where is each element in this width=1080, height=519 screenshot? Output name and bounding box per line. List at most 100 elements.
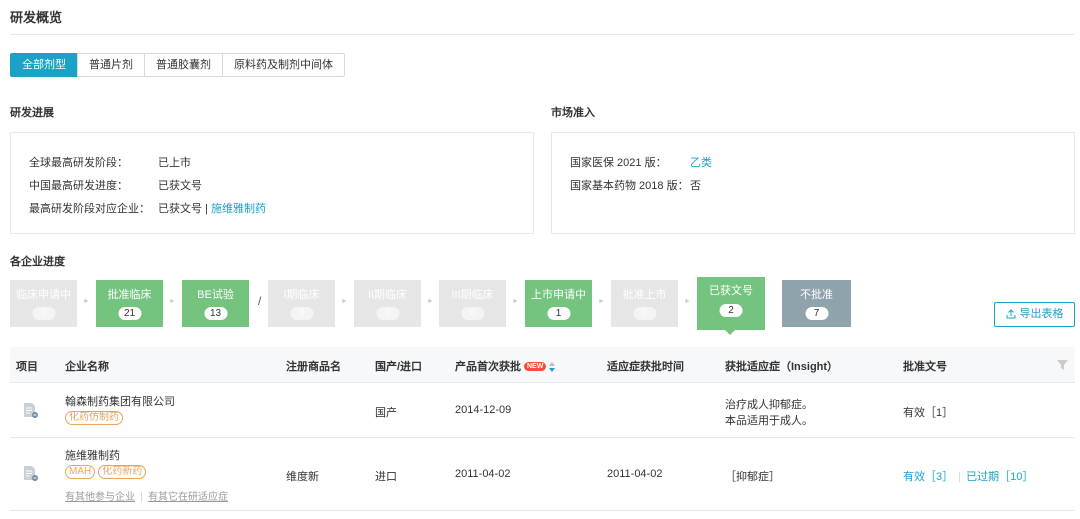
- company-tags: MAH 化药新药: [65, 465, 149, 479]
- global-stage-row: 全球最高研发阶段： 已上市: [29, 154, 191, 170]
- tab-capsules[interactable]: 普通胶囊剂: [144, 53, 223, 77]
- indication-link[interactable]: ［抑郁症］: [725, 468, 780, 484]
- approval-number-links: 有效［3］ 已过期［10］: [903, 468, 1033, 484]
- edl-row: 国家基本药物 2018 版： 否: [570, 177, 701, 193]
- top-company-link[interactable]: 施维雅制药: [211, 203, 266, 215]
- stage-count: 7: [805, 307, 828, 320]
- stage-count: 0: [32, 307, 55, 320]
- stage-count: 13: [204, 307, 227, 320]
- stage-label: 上市申请中: [531, 289, 586, 301]
- rd-progress-card: 全球最高研发阶段： 已上市 中国最高研发进度： 已获文号 最高研发阶段对应企业：…: [10, 132, 534, 234]
- col-origin: 国产/进口: [375, 361, 423, 373]
- nrdl-row: 国家医保 2021 版： 乙类: [570, 154, 712, 170]
- other-companies-link[interactable]: 有其他参与企业: [65, 492, 135, 503]
- stage-count: 0: [461, 307, 484, 320]
- first-approval-value: 2014-12-09: [455, 404, 512, 416]
- document-icon[interactable]: [23, 465, 38, 481]
- dosage-form-tabs: 全部剂型 普通片剂 普通胶囊剂 原料药及制剂中间体: [10, 53, 345, 77]
- first-approval-value: 2011-04-02: [455, 468, 511, 480]
- stage-label: III期临床: [451, 289, 494, 301]
- stage-rejected[interactable]: 不批准 7: [782, 280, 851, 327]
- stage-label: II期临床: [367, 289, 408, 301]
- nrdl-label: 国家医保 2021 版：: [570, 157, 667, 169]
- chevron-right-icon: ►: [169, 298, 176, 305]
- col-indication-date: 适应症获批时间: [607, 361, 684, 373]
- divider: [959, 472, 961, 483]
- col-first-approval-label: 产品首次获批: [455, 361, 521, 373]
- rd-progress-title: 研发进展: [10, 107, 54, 119]
- export-table-button[interactable]: 导出表格: [994, 302, 1075, 327]
- stage-label: I期临床: [283, 289, 320, 301]
- stage-be-trial[interactable]: BE试验 13: [182, 280, 249, 327]
- sort-icon[interactable]: [549, 362, 556, 372]
- col-approval-number: 批准文号: [903, 361, 947, 373]
- china-stage-value: 已获文号: [158, 180, 202, 192]
- col-first-approval[interactable]: 产品首次获批 NEW: [455, 358, 556, 374]
- stage-approval-number[interactable]: 已获文号 2: [697, 277, 765, 330]
- page-title: 研发概览: [10, 10, 63, 25]
- stage-label: 批准上市: [622, 289, 667, 301]
- chevron-right-icon: ►: [341, 298, 348, 305]
- company-sub-links: 有其他参与企业 有其它在研适应症: [65, 488, 228, 503]
- chevron-right-icon: ►: [684, 298, 691, 305]
- document-icon[interactable]: [23, 402, 38, 418]
- chevron-right-icon: ►: [512, 298, 519, 305]
- export-label: 导出表格: [1019, 308, 1064, 320]
- stage-separator-slash: /: [258, 294, 262, 308]
- global-stage-value: 已上市: [158, 157, 191, 169]
- divider: [141, 492, 142, 503]
- indication-date-value: 2011-04-02: [607, 468, 663, 480]
- origin-value: 国产: [375, 407, 397, 419]
- top-company-label: 最高研发阶段对应企业：: [29, 203, 150, 215]
- stage-count: 0: [290, 307, 313, 320]
- indication-line: 本品适用于成人。: [725, 415, 813, 427]
- company-link[interactable]: 翰森制药集团有限公司: [65, 393, 175, 409]
- stage-clinical-approved[interactable]: 批准临床 21: [96, 280, 163, 327]
- stage-label: BE试验: [197, 289, 234, 301]
- company-tags: 化药仿制药: [65, 411, 126, 425]
- generic-drug-tag: 化药仿制药: [65, 411, 123, 425]
- table-row: 翰森制药集团有限公司 化药仿制药 国产 2014-12-09 治疗成人抑郁症。 …: [10, 384, 1075, 438]
- stage-phase-3[interactable]: III期临床 0: [439, 280, 506, 327]
- col-brand: 注册商品名: [286, 361, 341, 373]
- table-header: 项目 企业名称 注册商品名 国产/进口 产品首次获批 NEW 适应症获批时间 获批…: [10, 347, 1075, 383]
- market-access-card: 国家医保 2021 版： 乙类 国家基本药物 2018 版： 否: [551, 132, 1075, 234]
- export-icon: [1006, 309, 1015, 319]
- stage-label: 批准临床: [107, 289, 152, 301]
- filter-icon[interactable]: [1057, 360, 1068, 370]
- new-drug-tag: 化药新药: [98, 465, 147, 479]
- approval-expired-link[interactable]: 已过期［10］: [966, 471, 1033, 483]
- top-company-row: 最高研发阶段对应企业： 已获文号 | 施维雅制药: [29, 200, 266, 216]
- table-row: 施维雅制药 MAH 化药新药 有其他参与企业 有其它在研适应症 维度新 进口 201…: [10, 439, 1075, 511]
- col-indication: 获批适应症（Insight）: [725, 361, 839, 373]
- edl-label: 国家基本药物 2018 版：: [570, 180, 689, 192]
- tab-tablets[interactable]: 普通片剂: [77, 53, 145, 77]
- stage-marketing-application[interactable]: 上市申请中 1: [525, 280, 592, 327]
- stage-phase-1[interactable]: I期临床 0: [268, 280, 335, 327]
- stage-count: 21: [118, 307, 141, 320]
- mah-tag: MAH: [65, 465, 96, 479]
- other-indications-link[interactable]: 有其它在研适应症: [148, 492, 228, 503]
- stage-marketing-approved[interactable]: 批准上市 0: [611, 280, 678, 327]
- approval-valid-link[interactable]: 有效［1］: [903, 404, 953, 420]
- stage-phase-2[interactable]: II期临床 0: [354, 280, 421, 327]
- company-link[interactable]: 施维雅制药: [65, 447, 120, 463]
- china-stage-label: 中国最高研发进度：: [29, 180, 128, 192]
- market-access-title: 市场准入: [551, 107, 595, 119]
- china-stage-row: 中国最高研发进度： 已获文号: [29, 177, 202, 193]
- selected-stage-pointer: [724, 329, 736, 335]
- global-stage-label: 全球最高研发阶段：: [29, 157, 128, 169]
- tab-api-intermediates[interactable]: 原料药及制剂中间体: [222, 53, 345, 77]
- edl-value: 否: [690, 180, 701, 192]
- chevron-right-icon: ►: [83, 298, 90, 305]
- indication-line: 治疗成人抑郁症。: [725, 399, 813, 411]
- approval-valid-link[interactable]: 有效［3］: [903, 471, 953, 483]
- nrdl-value[interactable]: 乙类: [690, 154, 712, 170]
- stage-clinical-application[interactable]: 临床申请中 0: [10, 280, 77, 327]
- origin-value: 进口: [375, 471, 397, 483]
- chevron-right-icon: ►: [427, 298, 434, 305]
- new-badge: NEW: [524, 362, 547, 371]
- tab-all-forms[interactable]: 全部剂型: [10, 53, 78, 77]
- stage-label: 已获文号: [709, 285, 753, 297]
- stage-label: 不批准: [800, 289, 833, 301]
